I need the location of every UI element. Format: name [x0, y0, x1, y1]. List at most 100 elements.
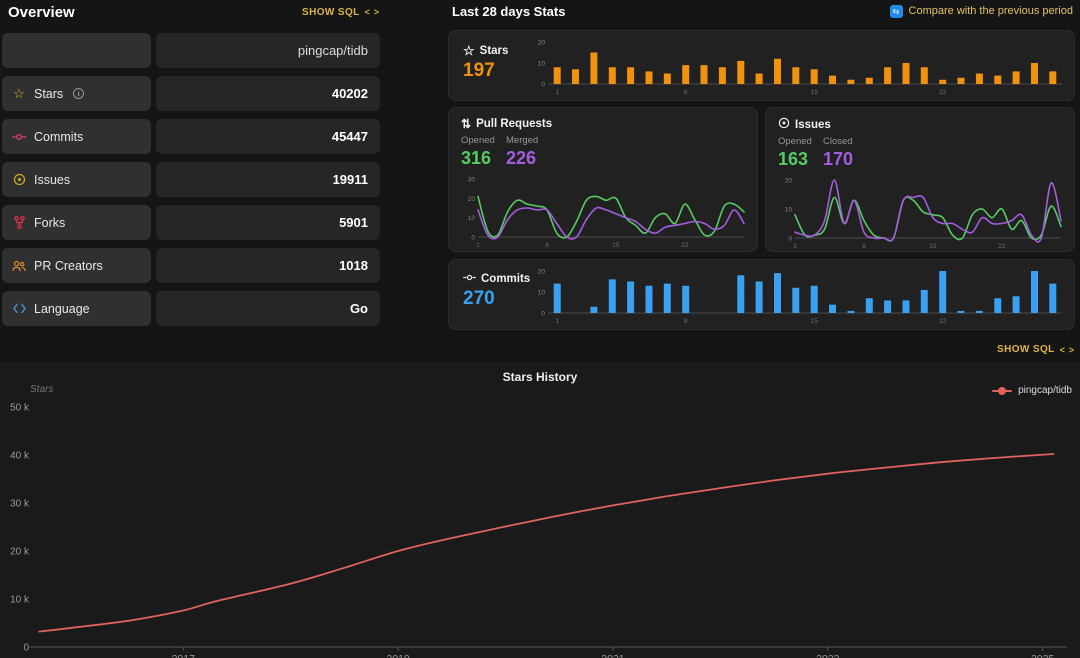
svg-text:22: 22: [939, 318, 947, 325]
commits-28d-value: 270: [463, 288, 495, 309]
svg-text:0: 0: [788, 236, 792, 243]
svg-text:40 k: 40 k: [10, 451, 30, 462]
pr-card-title: ⇅ Pull Requests: [461, 117, 553, 131]
table-row-repo: pingcap/tidb: [2, 33, 382, 68]
pull-request-icon: ⇅: [461, 117, 472, 131]
svg-text:30: 30: [468, 177, 476, 184]
issues-label-cell: Issues: [2, 162, 151, 197]
y-axis-name: Stars: [30, 384, 54, 395]
table-row-issues: Issues 19911: [2, 162, 382, 197]
svg-text:1: 1: [476, 242, 480, 249]
pr-daily-line-chart: 0 10 20 30 1 8 15 22: [468, 177, 745, 249]
commits-card-info: Commits 270: [449, 260, 531, 329]
table-row-language: Language Go: [2, 291, 382, 326]
history-show-sql-link[interactable]: SHOW SQL < >: [997, 344, 1075, 355]
stars-daily-bar-chart: 0 10 20 1 8 15 22: [538, 40, 1062, 96]
svg-text:8: 8: [545, 242, 549, 249]
stats-section: Last 28 days Stats ⇆ Compare with the pr…: [448, 0, 1075, 330]
overview-title: Overview: [8, 3, 75, 21]
show-sql-label: SHOW SQL: [997, 344, 1055, 355]
repo-label-cell: [2, 33, 151, 68]
svg-text:0: 0: [541, 311, 545, 318]
svg-text:20: 20: [468, 196, 476, 203]
stars-label: Stars: [34, 86, 64, 101]
svg-text:2017: 2017: [172, 653, 196, 658]
pr-opened-label: Opened: [461, 135, 495, 146]
issues-daily-line-chart: 0 10 20 1 8 15 22: [785, 178, 1062, 250]
svg-text:10 k: 10 k: [10, 595, 30, 606]
repo-name: pingcap/tidb: [297, 43, 368, 58]
svg-text:15: 15: [811, 89, 819, 96]
issues-card: Issues Opened Closed 163 170 0 10 20 1 8 15 22: [765, 107, 1075, 252]
stars-card-info: ☆ Stars 197: [449, 31, 531, 100]
issue-icon: [778, 117, 790, 132]
show-sql-label: SHOW SQL: [302, 6, 360, 18]
pr-subvalues: 316 226: [461, 148, 749, 169]
svg-text:22: 22: [939, 89, 947, 96]
svg-text:20: 20: [785, 178, 793, 185]
commits-daily-card: Commits 270 0 10 20 1 8 15 22: [448, 259, 1075, 330]
svg-text:0: 0: [23, 643, 29, 654]
language-label: Language: [34, 301, 90, 316]
stars-card-title: ☆ Stars: [463, 43, 509, 58]
issues-sublabels: Opened Closed: [778, 136, 1066, 147]
compare-label: Compare with the previous period: [908, 5, 1073, 17]
info-icon[interactable]: i: [73, 88, 85, 99]
compare-previous-period-link[interactable]: ⇆ Compare with the previous period: [889, 4, 1073, 18]
svg-text:10: 10: [785, 207, 793, 214]
stars-28d-value: 197: [463, 60, 495, 81]
pr-merged-value: 226: [506, 148, 537, 168]
issues-value: 19911: [156, 162, 380, 197]
svg-text:8: 8: [684, 89, 688, 96]
pr-sublabels: Opened Merged: [461, 135, 749, 146]
issues-label: Issues: [34, 172, 71, 187]
svg-text:10: 10: [538, 61, 546, 68]
stars-history-title: Stars History: [502, 370, 578, 384]
dashboard-root: Overview SHOW SQL < > pingcap/tidb ☆ Sta…: [0, 0, 1080, 658]
svg-text:2023: 2023: [816, 653, 840, 658]
issues-closed-value: 170: [823, 149, 854, 169]
svg-text:0: 0: [541, 82, 545, 89]
svg-text:1: 1: [793, 243, 797, 250]
forks-label-cell: Forks: [2, 205, 151, 240]
forks-value: 5901: [156, 205, 380, 240]
star-icon: ☆: [13, 86, 25, 101]
commits-value: 45447: [156, 119, 380, 154]
svg-text:50 k: 50 k: [10, 403, 30, 414]
svg-text:8: 8: [684, 318, 688, 325]
svg-text:15: 15: [929, 243, 937, 250]
table-row-pr-creators: PR Creators 1018: [2, 248, 382, 283]
overview-show-sql-link[interactable]: SHOW SQL < >: [302, 7, 380, 18]
svg-text:2021: 2021: [601, 653, 625, 658]
issues-opened-label: Opened: [778, 136, 812, 147]
table-row-stars: ☆ Stars i 40202: [2, 76, 382, 111]
star-icon: ☆: [463, 43, 475, 58]
svg-text:1: 1: [555, 318, 559, 325]
stats-title: Last 28 days Stats: [452, 3, 566, 19]
svg-text:10: 10: [538, 290, 546, 297]
stars-value: 40202: [156, 76, 380, 111]
language-label-cell: Language: [2, 291, 151, 326]
issues-card-title: Issues: [778, 117, 1066, 132]
commits-label-cell: Commits: [2, 119, 151, 154]
svg-text:10: 10: [468, 215, 476, 222]
svg-text:0: 0: [471, 235, 475, 242]
commits-label: Commits: [34, 129, 84, 144]
commits-card-title: Commits: [463, 273, 531, 285]
svg-text:2019: 2019: [386, 653, 410, 658]
svg-text:20 k: 20 k: [10, 547, 30, 558]
stars-history-line-chart: 0 10 k 20 k 30 k 40 k 50 k 2017 2019 2021 2023 202…: [10, 403, 1067, 658]
legend-line-marker: [992, 386, 1013, 395]
legend-pingcap-tidb[interactable]: pingcap/tidb: [992, 385, 1072, 396]
issues-closed-label: Closed: [823, 136, 853, 147]
svg-text:15: 15: [612, 242, 620, 249]
fork-icon: [12, 216, 26, 229]
legend-label: pingcap/tidb: [1018, 385, 1072, 396]
svg-text:22: 22: [998, 243, 1006, 250]
stars-daily-card: ☆ Stars 197 0 10 20 1 8 15 22: [448, 30, 1075, 101]
pr-creators-label-cell: PR Creators: [2, 248, 151, 283]
people-icon: [12, 260, 26, 272]
commit-icon: [12, 132, 26, 142]
svg-text:15: 15: [811, 318, 819, 325]
commit-icon: [463, 273, 476, 285]
